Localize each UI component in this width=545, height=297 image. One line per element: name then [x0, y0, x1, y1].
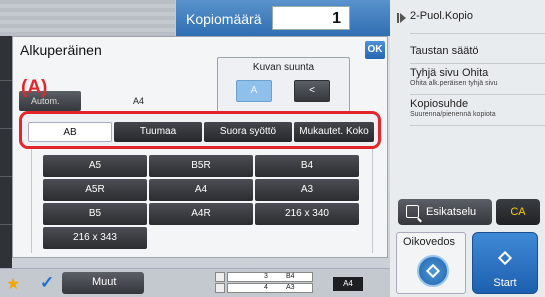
size-button-b5r[interactable]: B5R	[149, 155, 253, 177]
proof-copy-box: Oikovedos	[396, 232, 466, 294]
preview-button[interactable]: Esikatselu	[398, 199, 492, 225]
size-button-a5[interactable]: A5	[43, 155, 147, 177]
blank-page-skip-label: Tyhjä sivu Ohita	[410, 67, 489, 79]
landscape-orientation-icon: <	[309, 85, 315, 96]
orientation-portrait-button[interactable]: A	[236, 80, 272, 102]
proof-copy-button[interactable]	[417, 255, 449, 287]
detected-size-label: A4	[133, 96, 145, 106]
size-button-a4[interactable]: A4	[149, 179, 253, 201]
left-edge-strip	[0, 36, 12, 268]
size-button-b4[interactable]: B4	[255, 155, 359, 177]
start-button[interactable]: Start	[472, 232, 538, 294]
bottom-bar: ★ ✓ Muut 3 B4 4 A3 A4	[0, 268, 390, 297]
tray-number: 3	[264, 273, 268, 280]
other-button[interactable]: Muut	[62, 272, 144, 294]
duplex-copy-item[interactable]: 2-Puol.Kopio	[410, 6, 545, 34]
copy-count-input[interactable]: 1	[272, 6, 350, 30]
preview-icon	[406, 205, 419, 218]
copy-screen: Kopiomäärä 1 2-Puol.Kopio Taustan säätö …	[0, 0, 545, 297]
top-bar-left	[0, 0, 175, 36]
size-button-b5[interactable]: B5	[43, 203, 147, 225]
blank-page-skip-item[interactable]: Tyhjä sivu Ohita Ohita alk.peräisen tyhj…	[410, 64, 545, 95]
size-tab-row: AB Tuumaa Suora syöttö Mukautet. Koko	[19, 111, 381, 149]
current-paper-size: A4	[333, 277, 363, 291]
size-button-216x340[interactable]: 216 x 340	[255, 203, 359, 225]
ok-button[interactable]: OK	[365, 41, 385, 59]
copy-ratio-item[interactable]: Kopiosuhde Suurenna/pienennä kopiota	[410, 95, 545, 126]
tab-direct-input[interactable]: Suora syöttö	[204, 122, 292, 142]
tray-status: 3 B4 4 A3	[215, 272, 315, 294]
checkmark-icon[interactable]: ✓	[40, 273, 54, 293]
size-button-216x343[interactable]: 216 x 343	[43, 227, 147, 249]
dialog-title: Alkuperäinen	[20, 42, 102, 58]
background-adjust-label: Taustan säätö	[410, 45, 479, 57]
background-adjust-item[interactable]: Taustan säätö	[410, 36, 545, 64]
copy-ratio-subtitle: Suurenna/pienennä kopiota	[410, 111, 496, 118]
tray-row: 3 B4	[227, 272, 313, 282]
duplex-copy-label: 2-Puol.Kopio	[410, 10, 473, 22]
tray-size: A3	[286, 284, 295, 291]
start-diamond-icon	[497, 250, 513, 266]
size-button-a4r[interactable]: A4R	[149, 203, 253, 225]
panel-collapse-icon[interactable]	[397, 13, 406, 23]
clear-all-button[interactable]: CA	[496, 199, 540, 225]
tray-size: B4	[286, 273, 295, 280]
copy-count-panel: Kopiomäärä 1	[176, 0, 390, 36]
start-label: Start	[493, 277, 517, 289]
orientation-label: Kuvan suunta	[252, 62, 315, 73]
image-orientation-group: Kuvan suunta A <	[217, 57, 350, 115]
tray-indicator	[215, 283, 225, 293]
top-bar: Kopiomäärä 1	[0, 0, 390, 36]
orientation-landscape-button[interactable]: <	[294, 80, 330, 102]
portrait-orientation-icon: A	[250, 85, 258, 96]
size-button-a5r[interactable]: A5R	[43, 179, 147, 201]
blank-page-skip-subtitle: Ohita alk.peräisen tyhjä sivu	[410, 80, 498, 87]
preview-label: Esikatselu	[426, 206, 477, 218]
callout-label: (A)	[21, 77, 48, 98]
copy-count-label: Kopiomäärä	[186, 11, 262, 27]
tab-ab[interactable]: AB	[28, 122, 112, 142]
right-panel: 2-Puol.Kopio Taustan säätö Tyhjä sivu Oh…	[390, 0, 545, 297]
tray-row: 4 A3	[227, 283, 313, 293]
size-button-a3[interactable]: A3	[255, 179, 359, 201]
tray-number: 4	[264, 284, 268, 291]
tab-inch[interactable]: Tuumaa	[114, 122, 202, 142]
start-diamond-icon	[425, 263, 441, 279]
tray-indicator	[215, 272, 225, 282]
proof-copy-label: Oikovedos	[403, 236, 455, 248]
tab-custom-size[interactable]: Mukautet. Koko	[294, 122, 374, 142]
original-size-dialog: Alkuperäinen OK Kuvan suunta A < Autom. …	[12, 36, 388, 258]
copy-ratio-label: Kopiosuhde	[410, 98, 469, 110]
favorite-star-icon[interactable]: ★	[6, 274, 20, 294]
